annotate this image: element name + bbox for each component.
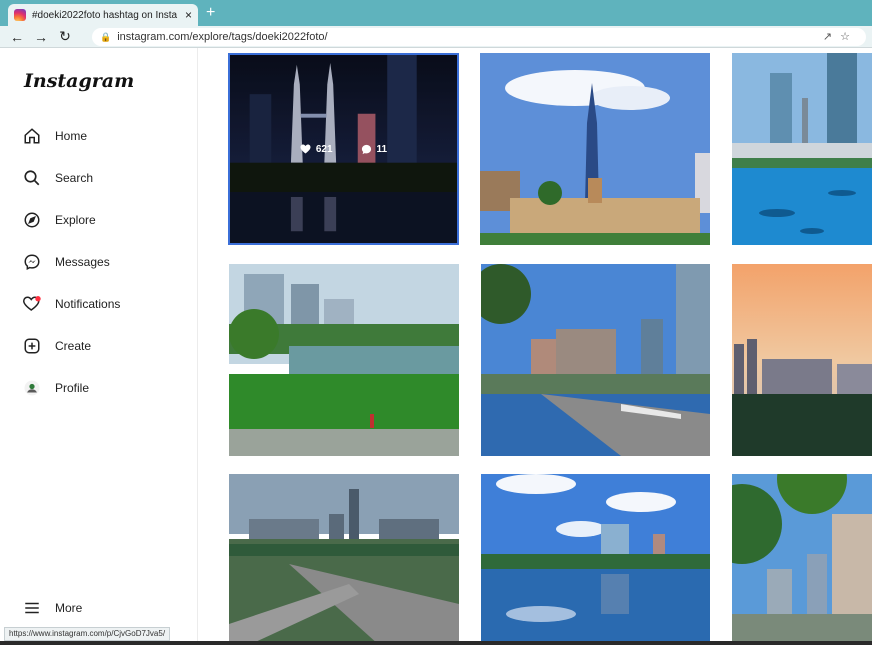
tab-close-icon[interactable]: × bbox=[185, 8, 192, 22]
sidebar-item-search[interactable]: Search bbox=[22, 166, 93, 190]
grid-photo[interactable] bbox=[480, 53, 710, 245]
messenger-icon bbox=[22, 252, 42, 272]
like-count: 621 bbox=[300, 144, 333, 155]
browser-tab-strip: #doeki2022foto hashtag on Insta × + bbox=[0, 0, 872, 26]
comment-count: 11 bbox=[361, 143, 388, 155]
sidebar-item-label: Notifications bbox=[55, 297, 121, 311]
comment-icon bbox=[361, 144, 371, 154]
star-icon[interactable]: ☆ bbox=[840, 31, 858, 43]
sidebar-item-home[interactable]: Home bbox=[22, 124, 87, 148]
grid-photo[interactable] bbox=[732, 264, 872, 456]
grid-photo[interactable] bbox=[732, 474, 872, 645]
grid-photo[interactable] bbox=[481, 474, 710, 645]
reload-icon[interactable]: ↻ bbox=[58, 28, 72, 45]
home-icon bbox=[22, 126, 42, 146]
instagram-logo[interactable]: Instagram bbox=[24, 70, 134, 92]
explore-photo-grid: 621 11 bbox=[198, 48, 872, 645]
sidebar-item-explore[interactable]: Explore bbox=[22, 208, 96, 232]
sidebar-item-label: Messages bbox=[55, 255, 110, 269]
taskbar-strip bbox=[0, 641, 872, 645]
grid-photo[interactable]: 621 11 bbox=[228, 53, 459, 245]
sidebar-item-label: Create bbox=[55, 339, 92, 353]
sidebar-item-create[interactable]: Create bbox=[22, 334, 91, 358]
sidebar-item-label: Search bbox=[55, 171, 94, 185]
status-url-bar: https://www.instagram.com/p/CjvGoD7Jva5/ bbox=[4, 627, 171, 641]
heart-icon bbox=[22, 294, 42, 314]
sidebar: Instagram Home Search Explore Messages N… bbox=[0, 48, 198, 645]
instagram-favicon-icon bbox=[14, 9, 26, 21]
sidebar-item-label: Home bbox=[55, 129, 88, 143]
sidebar-item-more[interactable]: More bbox=[22, 596, 82, 620]
sidebar-item-label: Explore bbox=[55, 213, 96, 227]
sidebar-item-label: More bbox=[55, 601, 83, 615]
plus-square-icon bbox=[22, 336, 42, 356]
browser-tab[interactable]: #doeki2022foto hashtag on Insta × bbox=[8, 4, 198, 26]
sidebar-item-messages[interactable]: Messages bbox=[22, 250, 110, 274]
comment-count-text: 11 bbox=[376, 143, 388, 155]
hover-overlay: 621 11 bbox=[230, 55, 457, 243]
grid-photo[interactable] bbox=[229, 474, 459, 645]
browser-toolbar: ← → ↻ 🔒 instagram.com/explore/tags/doeki… bbox=[0, 26, 872, 48]
lock-icon[interactable]: 🔒 bbox=[100, 32, 111, 43]
sidebar-item-profile[interactable]: Profile bbox=[22, 376, 89, 400]
new-tab-button[interactable]: + bbox=[206, 4, 215, 22]
like-count-text: 621 bbox=[315, 143, 333, 155]
url-text: instagram.com/explore/tags/doeki2022foto… bbox=[117, 31, 328, 43]
avatar-icon bbox=[22, 378, 42, 398]
url-actions: ↗☆ bbox=[823, 30, 858, 43]
grid-photo[interactable] bbox=[481, 264, 710, 456]
share-icon[interactable]: ↗ bbox=[823, 31, 840, 43]
grid-photo[interactable] bbox=[229, 264, 459, 456]
address-bar[interactable]: 🔒 instagram.com/explore/tags/doeki2022fo… bbox=[92, 28, 866, 46]
compass-icon bbox=[22, 210, 42, 230]
hamburger-icon bbox=[22, 598, 42, 618]
forward-arrow-icon[interactable]: → bbox=[34, 29, 48, 45]
back-arrow-icon[interactable]: ← bbox=[10, 29, 24, 45]
search-icon bbox=[22, 168, 42, 188]
tab-title: #doeki2022foto hashtag on Insta bbox=[32, 9, 178, 21]
grid-photo[interactable] bbox=[732, 53, 872, 245]
sidebar-item-label: Profile bbox=[55, 381, 90, 395]
sidebar-item-notifications[interactable]: Notifications bbox=[22, 292, 120, 316]
heart-icon bbox=[300, 144, 311, 154]
